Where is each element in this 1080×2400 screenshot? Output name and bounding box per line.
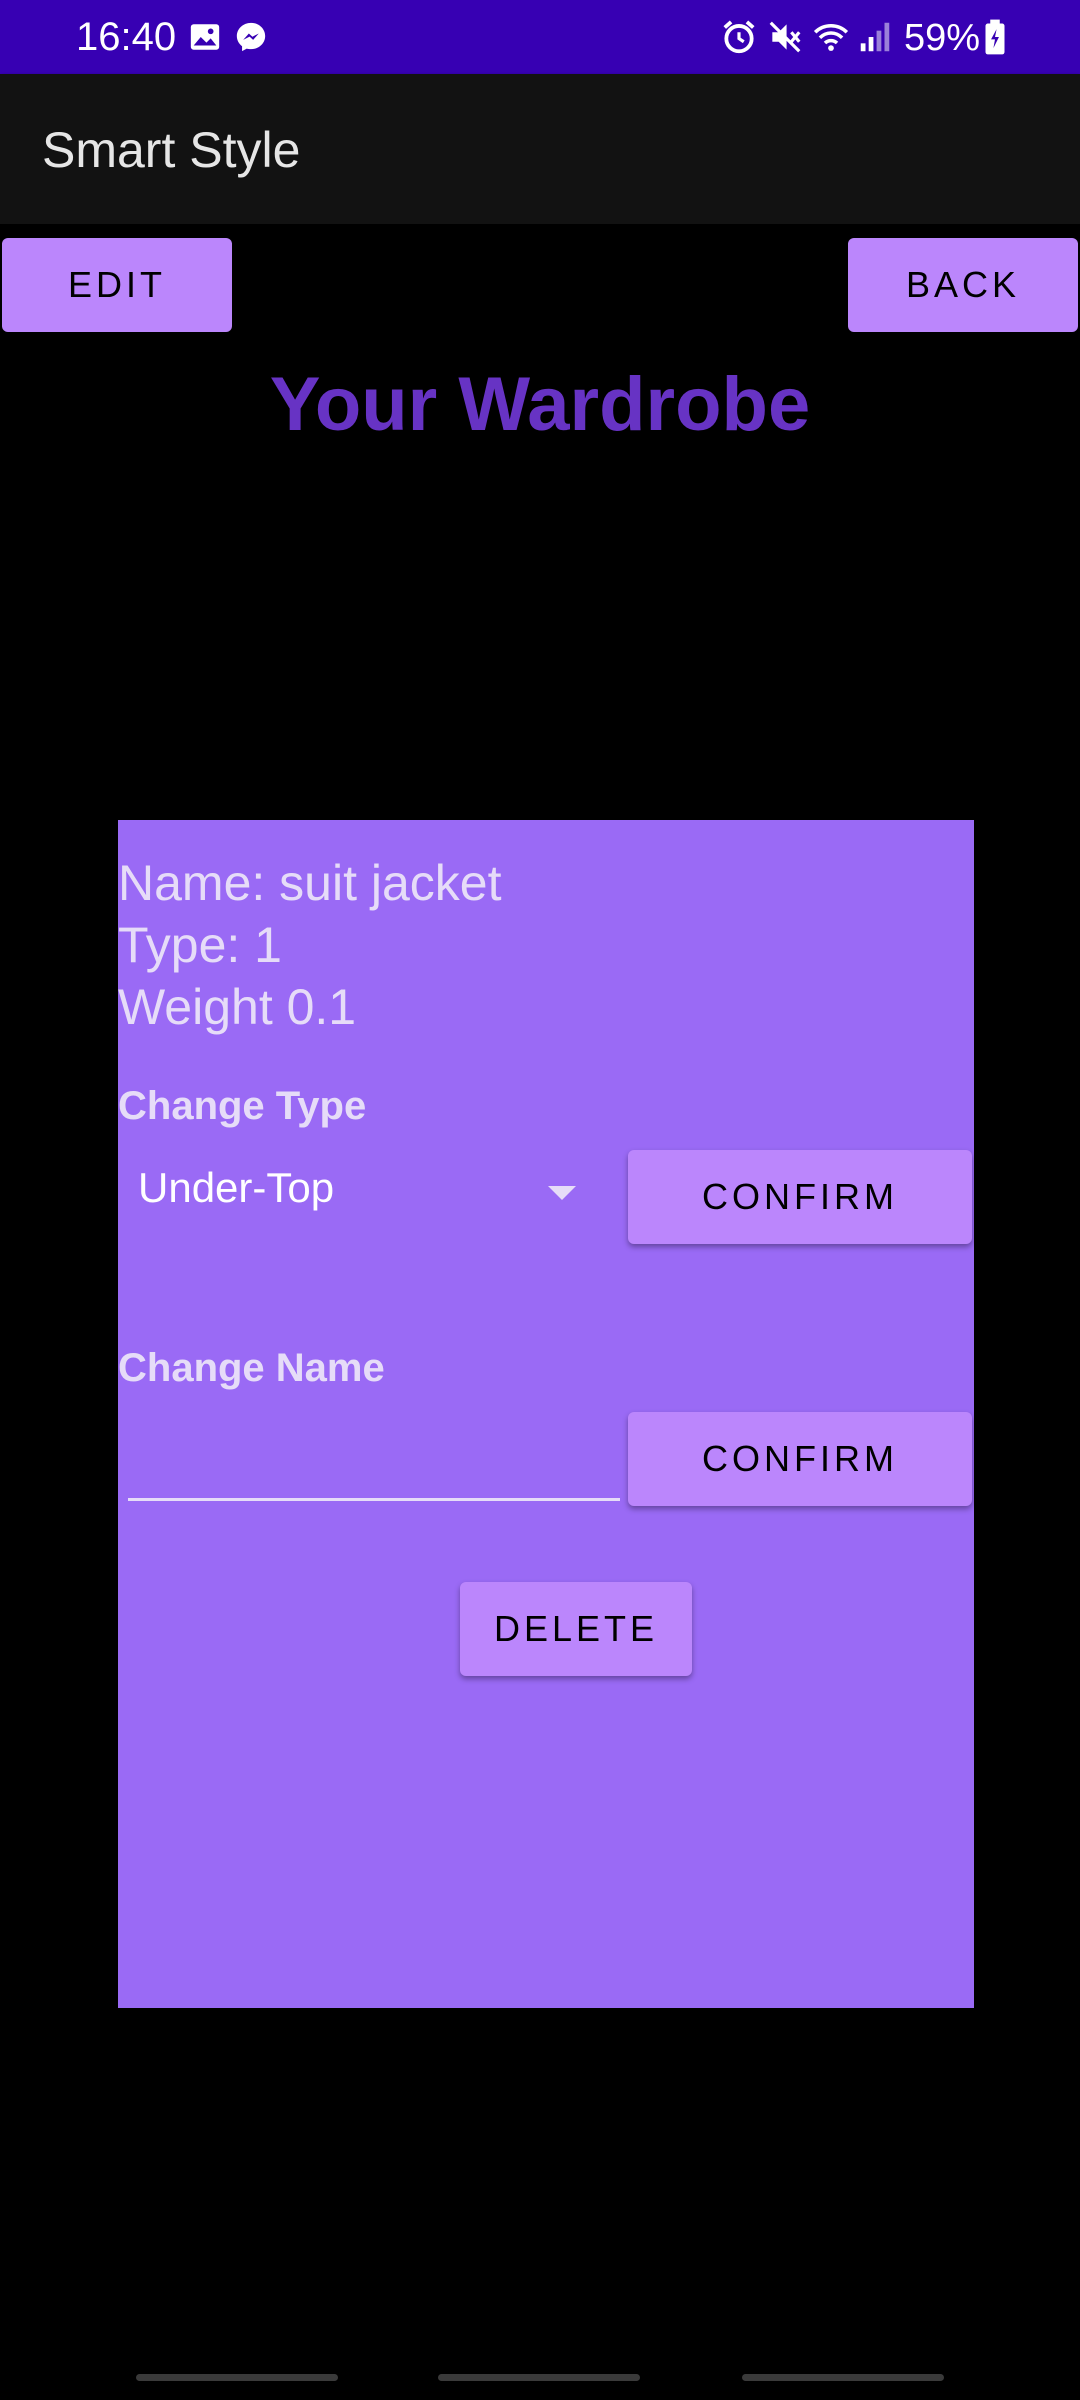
status-time: 16:40 [76,15,177,59]
item-detail-card: Name: suit jacket Type: 1 Weight 0.1 Cha… [118,820,974,2008]
type-dropdown-value: Under-Top [138,1164,335,1211]
nav-home-handle[interactable] [438,2374,640,2381]
app-bar: Smart Style [0,74,1080,224]
dropdown-arrow-icon [548,1186,576,1200]
battery-charging-icon [985,19,1005,55]
confirm-type-button[interactable]: CONFIRM [628,1150,972,1244]
signal-icon [860,22,890,52]
nav-back-handle[interactable] [742,2374,944,2381]
image-icon [190,24,220,50]
item-name-text: Name: suit jacket [118,855,502,911]
item-type-text: Type: 1 [118,917,282,973]
alarm-icon [723,20,755,54]
confirm-name-button[interactable]: CONFIRM [628,1412,972,1506]
change-name-label: Change Name [118,1346,385,1390]
status-bar: 16:40 59% [0,0,1080,74]
app-title: Smart Style [42,122,301,178]
type-dropdown[interactable]: Under-Top [118,1150,598,1230]
nav-recents-handle[interactable] [136,2374,338,2381]
name-input[interactable] [128,1416,620,1501]
item-weight-text: Weight 0.1 [118,979,357,1035]
wifi-icon [813,23,849,51]
delete-button[interactable]: DELETE [460,1582,692,1676]
battery-percentage: 59% [904,17,981,59]
messenger-icon [236,22,266,52]
back-button[interactable]: BACK [848,238,1078,332]
page-title: Your Wardrobe [269,362,811,447]
edit-button[interactable]: EDIT [2,238,232,332]
mute-icon [769,21,801,53]
change-type-label: Change Type [118,1084,367,1128]
